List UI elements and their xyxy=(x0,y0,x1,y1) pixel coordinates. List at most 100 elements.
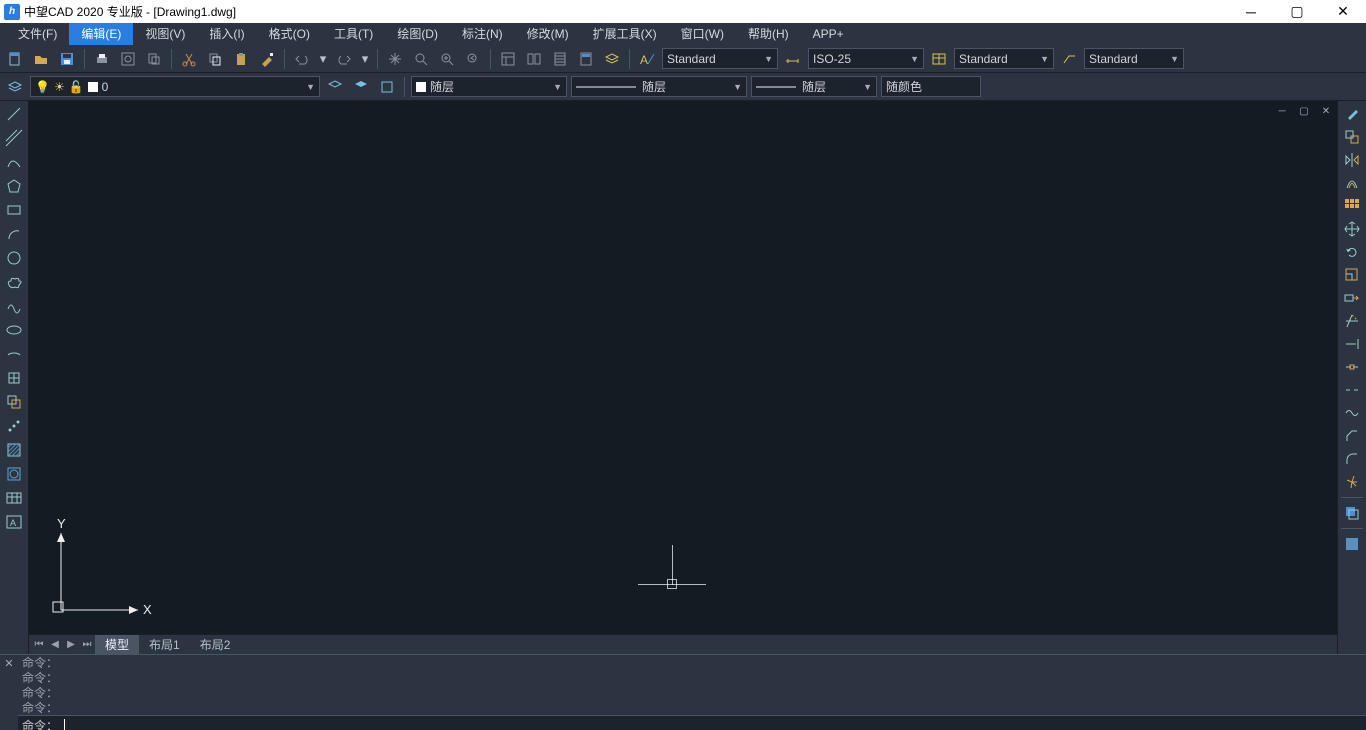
layer-properties-icon[interactable] xyxy=(4,76,26,98)
window-minimize-button[interactable]: ─ xyxy=(1228,0,1274,23)
polyline-icon[interactable] xyxy=(2,151,26,173)
window-close-button[interactable]: ✕ xyxy=(1320,0,1366,23)
ellipse-arc-icon[interactable] xyxy=(2,343,26,365)
revcloud-icon[interactable] xyxy=(2,271,26,293)
spline-icon[interactable] xyxy=(2,295,26,317)
layer-dropdown[interactable]: 💡 ☀ 🔓 0 ▼ xyxy=(30,76,320,97)
mtext-icon[interactable]: A xyxy=(2,511,26,533)
tablestyle-dropdown[interactable]: Standard▼ xyxy=(954,48,1054,69)
canvas-maximize-button[interactable]: ▢ xyxy=(1295,103,1313,119)
stretch-icon[interactable] xyxy=(1340,287,1364,309)
print-icon[interactable] xyxy=(91,48,113,70)
extend-icon[interactable] xyxy=(1340,333,1364,355)
menu-view[interactable]: 视图(V) xyxy=(133,23,197,45)
xline-icon[interactable] xyxy=(2,127,26,149)
undo-icon[interactable] xyxy=(291,48,313,70)
circle-icon[interactable] xyxy=(2,247,26,269)
chamfer-icon[interactable] xyxy=(1340,425,1364,447)
tab-last-button[interactable]: ⏭ xyxy=(79,637,95,653)
lineweight-dropdown[interactable]: 随层▼ xyxy=(751,76,877,97)
calculator-icon[interactable] xyxy=(575,48,597,70)
move-icon[interactable] xyxy=(1340,218,1364,240)
publish-icon[interactable] xyxy=(143,48,165,70)
undo-dropdown-icon[interactable]: ▾ xyxy=(317,48,329,70)
textstyle-dropdown[interactable]: Standard▼ xyxy=(662,48,778,69)
menu-dimension[interactable]: 标注(N) xyxy=(450,23,515,45)
tab-next-button[interactable]: ▶ xyxy=(63,637,79,653)
window-maximize-button[interactable]: ▢ xyxy=(1274,0,1320,23)
menu-insert[interactable]: 插入(I) xyxy=(197,23,256,45)
command-input-row[interactable]: 命令： xyxy=(18,715,1366,730)
polygon-icon[interactable] xyxy=(2,175,26,197)
menu-format[interactable]: 格式(O) xyxy=(257,23,322,45)
trim-icon[interactable] xyxy=(1340,310,1364,332)
menu-draw[interactable]: 绘图(D) xyxy=(385,23,450,45)
tab-prev-button[interactable]: ◀ xyxy=(47,637,63,653)
insert-block-icon[interactable] xyxy=(2,367,26,389)
layer-isolate-icon[interactable] xyxy=(350,76,372,98)
point-icon[interactable] xyxy=(2,415,26,437)
menu-file[interactable]: 文件(F) xyxy=(6,23,69,45)
paste-icon[interactable] xyxy=(230,48,252,70)
zoom-previous-icon[interactable] xyxy=(462,48,484,70)
rotate-icon[interactable] xyxy=(1340,241,1364,263)
zoom-realtime-icon[interactable] xyxy=(410,48,432,70)
explode-icon[interactable] xyxy=(1340,471,1364,493)
dimstyle-dropdown[interactable]: ISO-25▼ xyxy=(808,48,924,69)
layer-manager-icon[interactable] xyxy=(601,48,623,70)
table-icon[interactable] xyxy=(2,487,26,509)
copy-icon[interactable] xyxy=(204,48,226,70)
menu-tools[interactable]: 工具(T) xyxy=(322,23,385,45)
tab-model[interactable]: 模型 xyxy=(95,635,139,654)
canvas-close-button[interactable]: ✕ xyxy=(1317,103,1335,119)
textstyle-icon[interactable]: A xyxy=(636,48,658,70)
tablestyle-icon[interactable] xyxy=(928,48,950,70)
menu-modify[interactable]: 修改(M) xyxy=(515,23,581,45)
region-icon[interactable] xyxy=(2,463,26,485)
plotstyle-dropdown[interactable]: 随颜色 xyxy=(881,76,981,97)
new-file-icon[interactable] xyxy=(4,48,26,70)
linetype-dropdown[interactable]: 随层▼ xyxy=(571,76,747,97)
menu-edit[interactable]: 编辑(E) xyxy=(69,23,133,45)
join-icon[interactable] xyxy=(1340,402,1364,424)
draworder-icon[interactable] xyxy=(1340,502,1364,524)
select-similar-icon[interactable] xyxy=(1340,533,1364,555)
tab-first-button[interactable]: ⏮ xyxy=(31,637,47,653)
layer-state-icon[interactable] xyxy=(376,76,398,98)
mleaderstyle-icon[interactable] xyxy=(1058,48,1080,70)
match-properties-icon[interactable] xyxy=(256,48,278,70)
save-icon[interactable] xyxy=(56,48,78,70)
ellipse-icon[interactable] xyxy=(2,319,26,341)
drawing-canvas[interactable]: ─ ▢ ✕ X Y ⏮ ◀ ▶ ⏭ 模型 布局1 布局2 xyxy=(29,101,1337,654)
array-icon[interactable] xyxy=(1340,195,1364,217)
redo-icon[interactable] xyxy=(333,48,355,70)
line-icon[interactable] xyxy=(2,103,26,125)
open-file-icon[interactable] xyxy=(30,48,52,70)
hatch-icon[interactable] xyxy=(2,439,26,461)
menu-window[interactable]: 窗口(W) xyxy=(669,23,736,45)
arc-icon[interactable] xyxy=(2,223,26,245)
make-block-icon[interactable] xyxy=(2,391,26,413)
menu-express[interactable]: 扩展工具(X) xyxy=(581,23,669,45)
properties-icon[interactable] xyxy=(497,48,519,70)
break-point-icon[interactable] xyxy=(1340,356,1364,378)
offset-icon[interactable] xyxy=(1340,172,1364,194)
erase-icon[interactable] xyxy=(1340,103,1364,125)
color-dropdown[interactable]: 随层▼ xyxy=(411,76,567,97)
tab-layout2[interactable]: 布局2 xyxy=(190,635,241,654)
redo-dropdown-icon[interactable]: ▾ xyxy=(359,48,371,70)
fillet-icon[interactable] xyxy=(1340,448,1364,470)
zoom-window-icon[interactable] xyxy=(436,48,458,70)
cut-icon[interactable] xyxy=(178,48,200,70)
tool-palette-icon[interactable] xyxy=(549,48,571,70)
cmd-close-button[interactable]: ✕ xyxy=(0,655,18,730)
mirror-icon[interactable] xyxy=(1340,149,1364,171)
dimstyle-icon[interactable] xyxy=(782,48,804,70)
command-history[interactable]: 命令： 命令： 命令： 命令： xyxy=(18,655,1366,715)
break-icon[interactable] xyxy=(1340,379,1364,401)
mleaderstyle-dropdown[interactable]: Standard▼ xyxy=(1084,48,1184,69)
tab-layout1[interactable]: 布局1 xyxy=(139,635,190,654)
design-center-icon[interactable] xyxy=(523,48,545,70)
print-preview-icon[interactable] xyxy=(117,48,139,70)
menu-help[interactable]: 帮助(H) xyxy=(736,23,801,45)
